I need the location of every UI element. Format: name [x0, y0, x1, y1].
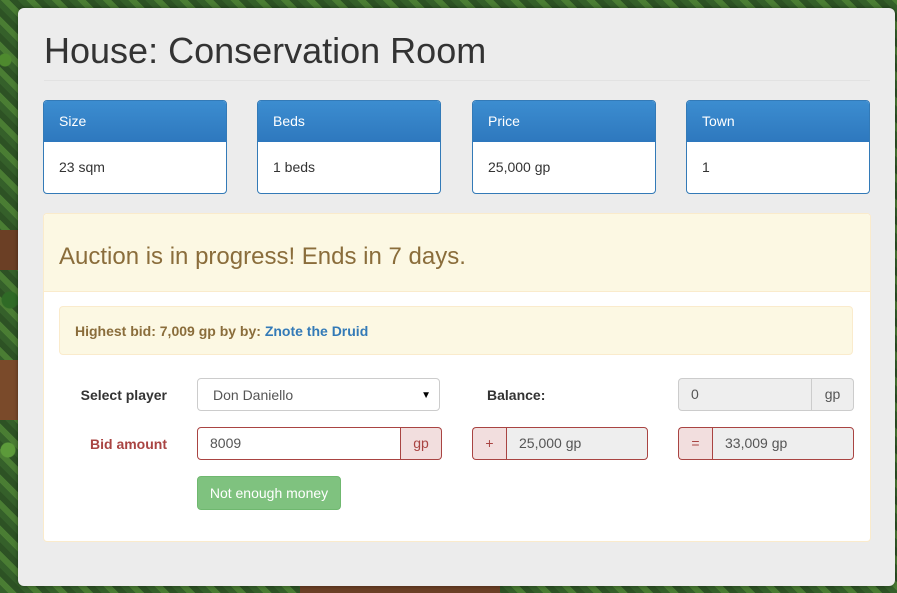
bid-amount-input[interactable]: 8009 [197, 427, 401, 460]
caret-down-icon: ▼ [421, 390, 431, 401]
balance-unit-addon: gp [812, 378, 854, 411]
stat-card-town: Town 1 [686, 100, 870, 194]
price-addition-field: 25,000 gp [506, 427, 648, 460]
stat-card-header: Beds [258, 101, 440, 142]
stat-card-value: 1 [702, 159, 710, 175]
stat-card-header: Town [687, 101, 869, 142]
stat-card-header: Size [44, 101, 226, 142]
page-title: House: Conservation Room [44, 30, 487, 71]
balance-input-group: 0 gp [678, 378, 854, 411]
balance-label: Balance: [487, 387, 546, 403]
stat-card-header: Price [473, 101, 655, 142]
auction-heading: Auction is in progress! Ends in 7 days. [44, 214, 870, 292]
background-dirt [0, 230, 18, 270]
plus-addon: + [472, 427, 506, 460]
stat-card-value: 1 beds [273, 159, 316, 175]
player-select-value: Don Daniello [213, 387, 294, 403]
highest-bid-text: Highest bid: 7,009 gp by by: [75, 323, 261, 339]
bid-amount-label: Bid amount [90, 436, 167, 452]
total-group: = 33,009 gp [678, 427, 854, 460]
total-field: 33,009 gp [712, 427, 854, 460]
equals-addon: = [678, 427, 712, 460]
stat-card-beds: Beds 1 beds [257, 100, 441, 194]
stat-card-value: 25,000 gp [488, 159, 551, 175]
stat-card-value: 23 sqm [59, 159, 105, 175]
select-player-label: Select player [80, 387, 167, 403]
house-panel: House: Conservation Room Size 23 sqm Bed… [18, 8, 895, 586]
balance-field[interactable]: 0 [678, 378, 812, 411]
price-addition-group: + 25,000 gp [472, 427, 648, 460]
auction-panel: Auction is in progress! Ends in 7 days. … [43, 213, 871, 542]
highest-bidder-link[interactable]: Znote the Druid [265, 323, 368, 339]
submit-bid-button[interactable]: Not enough money [197, 476, 341, 510]
player-select[interactable]: Don Daniello ▼ [197, 378, 440, 411]
highest-bid-alert: Highest bid: 7,009 gp by by: Znote the D… [59, 306, 853, 355]
title-divider [44, 80, 870, 81]
stat-card-price: Price 25,000 gp [472, 100, 656, 194]
background-dirt [0, 360, 18, 420]
stat-card-size: Size 23 sqm [43, 100, 227, 194]
bid-input-group: 8009 gp [197, 427, 442, 460]
bid-unit-addon: gp [401, 427, 442, 460]
background-dirt [300, 585, 500, 593]
